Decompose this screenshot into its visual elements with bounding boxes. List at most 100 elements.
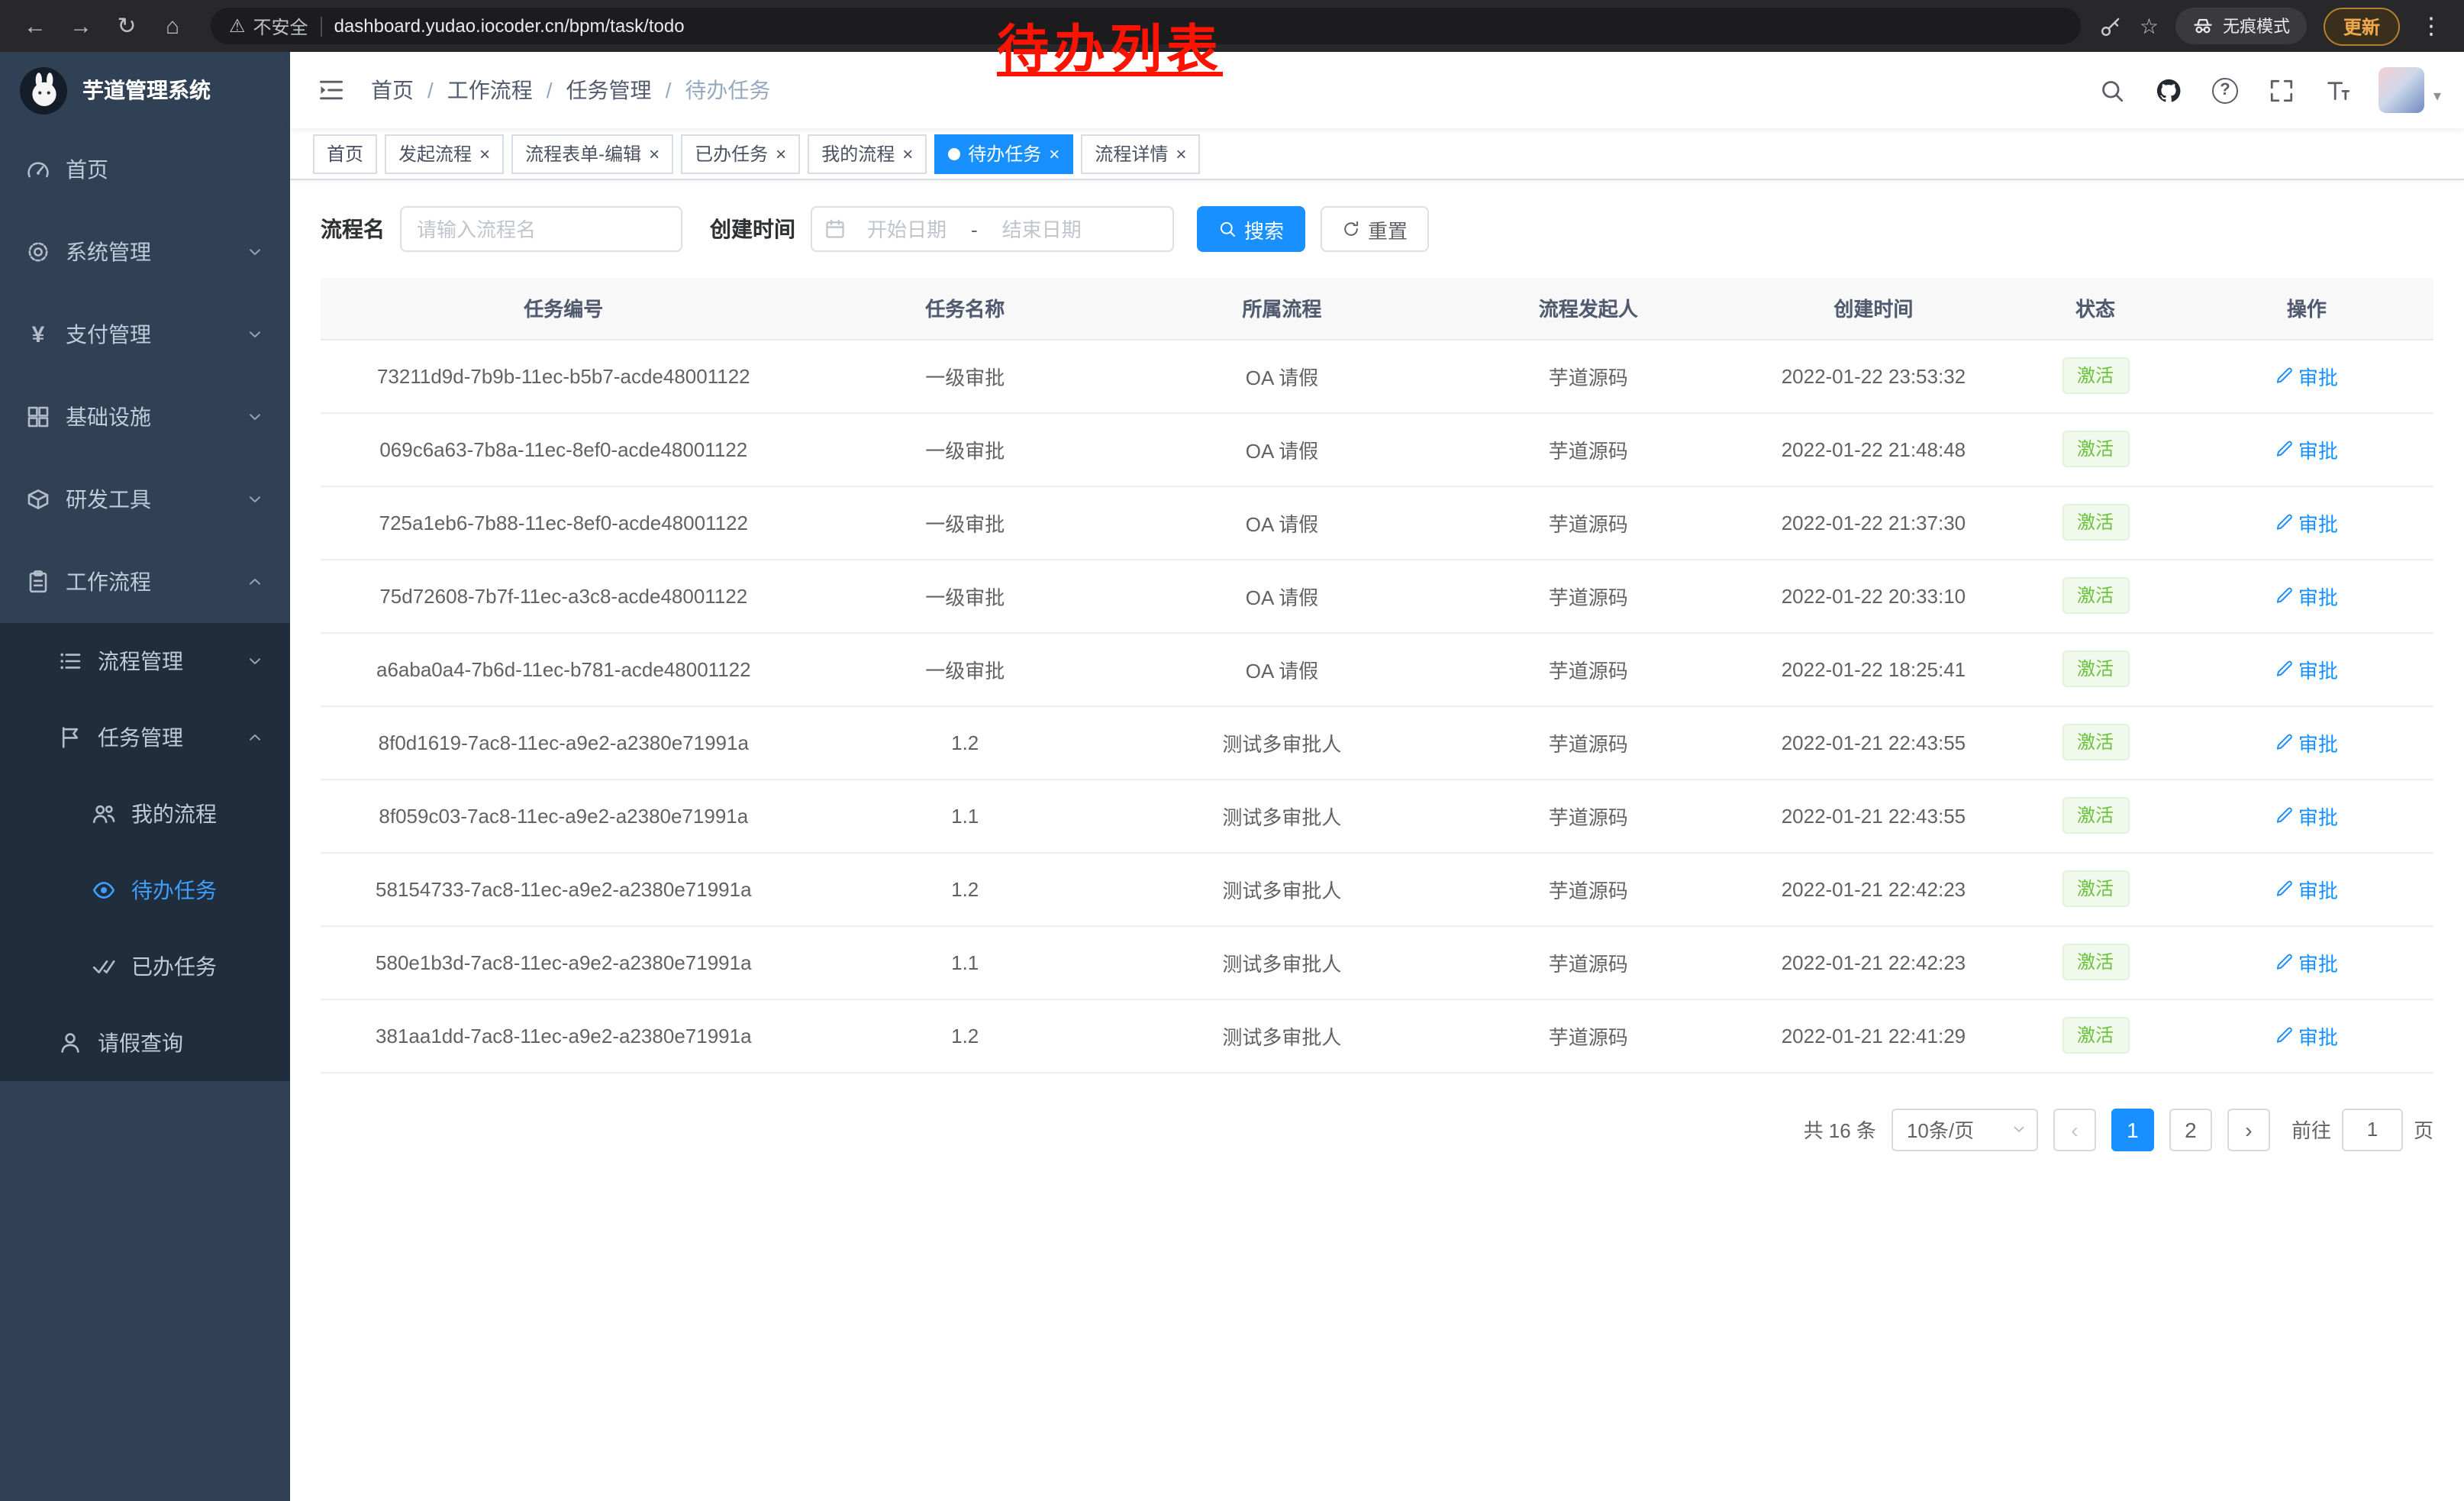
edit-icon <box>2275 806 2294 825</box>
tab-done-tasks[interactable]: 已办任务 × <box>681 134 800 173</box>
user-avatar[interactable] <box>2379 67 2424 113</box>
goto-unit-label: 页 <box>2414 1115 2433 1144</box>
approve-button[interactable]: 审批 <box>2275 801 2338 830</box>
col-process: 所属流程 <box>1124 278 1440 339</box>
sidebar-item-payment[interactable]: ¥ 支付管理 <box>0 293 290 376</box>
close-icon[interactable]: × <box>479 144 490 163</box>
sidebar-item-task-mgmt[interactable]: 任务管理 <box>0 699 290 776</box>
edit-icon <box>2275 660 2294 678</box>
main-area: 首页 工作流程 任务管理 待办任务 ? ▾ 首页 <box>290 52 2464 1501</box>
hamburger-icon[interactable] <box>313 76 350 104</box>
status-badge: 激活 <box>2062 431 2129 467</box>
status-badge: 激活 <box>2062 357 2129 394</box>
reset-button[interactable]: 重置 <box>1321 206 1429 252</box>
edit-icon <box>2275 1026 2294 1044</box>
breadcrumb-home[interactable]: 首页 <box>371 75 414 105</box>
close-icon[interactable]: × <box>1049 144 1059 163</box>
sidebar-item-system[interactable]: 系统管理 <box>0 211 290 293</box>
top-navbar: 首页 工作流程 任务管理 待办任务 ? ▾ <box>290 52 2464 128</box>
start-date-input[interactable] <box>849 218 965 240</box>
prev-page-button[interactable]: ‹ <box>2053 1108 2096 1151</box>
sidebar-item-my-process[interactable]: 我的流程 <box>0 776 290 852</box>
screen: ← → ↻ ⌂ ⚠ 不安全 dashboard.yudao.iocoder.cn… <box>0 0 2464 1501</box>
update-button[interactable]: 更新 <box>2324 7 2400 45</box>
end-date-input[interactable] <box>984 218 1100 240</box>
approve-button[interactable]: 审批 <box>2275 361 2338 390</box>
page-url: dashboard.yudao.iocoder.cn/bpm/task/todo <box>334 15 685 37</box>
page-button-2[interactable]: 2 <box>2169 1108 2212 1151</box>
key-icon[interactable] <box>2100 15 2123 37</box>
avatar-caret-icon[interactable]: ▾ <box>2433 89 2441 113</box>
approve-button[interactable]: 审批 <box>2275 1021 2338 1050</box>
date-range-picker[interactable]: - <box>811 206 1174 252</box>
status-badge: 激活 <box>2062 724 2129 760</box>
font-size-icon[interactable] <box>2310 77 2366 103</box>
insecure-warning[interactable]: ⚠ 不安全 <box>229 13 308 39</box>
search-icon[interactable] <box>2084 77 2140 103</box>
next-page-button[interactable]: › <box>2227 1108 2270 1151</box>
browser-menu-icon[interactable]: ⋮ <box>2417 12 2446 40</box>
address-bar[interactable]: ⚠ 不安全 dashboard.yudao.iocoder.cn/bpm/tas… <box>211 8 2082 44</box>
sidebar-item-todo-tasks[interactable]: 待办任务 <box>0 852 290 928</box>
status-badge: 激活 <box>2062 577 2129 614</box>
navbar-actions: ? ▾ <box>2084 67 2441 113</box>
close-icon[interactable]: × <box>649 144 660 163</box>
close-icon[interactable]: × <box>776 144 786 163</box>
approve-button[interactable]: 审批 <box>2275 947 2338 976</box>
status-badge: 激活 <box>2062 504 2129 541</box>
browser-forward-icon[interactable]: → <box>61 13 101 39</box>
tags-view-bar: 首页 发起流程 × 流程表单-编辑 × 已办任务 × 我的流程 × <box>290 128 2464 180</box>
table-row: 069c6a63-7b8a-11ec-8ef0-acde48001122 一级审… <box>321 412 2433 486</box>
approve-button[interactable]: 审批 <box>2275 654 2338 683</box>
sidebar-item-workflow[interactable]: 工作流程 <box>0 541 290 623</box>
close-icon[interactable]: × <box>1176 144 1186 163</box>
search-button[interactable]: 搜索 <box>1197 206 1305 252</box>
goto-page-input[interactable] <box>2342 1108 2403 1151</box>
tab-start-process[interactable]: 发起流程 × <box>385 134 504 173</box>
approve-button[interactable]: 审批 <box>2275 508 2338 537</box>
chevron-down-icon <box>2011 1121 2027 1138</box>
browser-actions: ☆ 无痕模式 更新 ⋮ <box>2100 7 2449 45</box>
approve-button[interactable]: 审批 <box>2275 581 2338 610</box>
sidebar-item-leave-query[interactable]: 请假查询 <box>0 1005 290 1081</box>
tab-process-detail[interactable]: 流程详情 × <box>1081 134 1200 173</box>
tab-form-editor[interactable]: 流程表单-编辑 × <box>511 134 673 173</box>
col-task-id: 任务编号 <box>321 278 807 339</box>
browser-home-icon[interactable]: ⌂ <box>153 13 192 39</box>
sidebar-item-infra[interactable]: 基础设施 <box>0 376 290 458</box>
flag-icon <box>58 725 82 750</box>
approve-button[interactable]: 审批 <box>2275 874 2338 903</box>
browser-reload-icon[interactable]: ↻ <box>107 12 147 40</box>
fullscreen-icon[interactable] <box>2253 77 2310 103</box>
insecure-label: 不安全 <box>253 13 308 39</box>
bookmark-star-icon[interactable]: ☆ <box>2140 13 2159 39</box>
breadcrumb-task-mgmt: 任务管理 <box>533 75 652 105</box>
sidebar-item-process-mgmt[interactable]: 流程管理 <box>0 623 290 699</box>
browser-toolbar: ← → ↻ ⌂ ⚠ 不安全 dashboard.yudao.iocoder.cn… <box>0 0 2464 52</box>
help-icon[interactable]: ? <box>2197 77 2253 103</box>
page-button-1[interactable]: 1 <box>2111 1108 2154 1151</box>
browser-back-icon[interactable]: ← <box>15 13 55 39</box>
tab-home[interactable]: 首页 <box>313 134 377 173</box>
sidebar-item-devtools[interactable]: 研发工具 <box>0 458 290 541</box>
github-icon[interactable] <box>2140 77 2197 103</box>
chevron-down-icon <box>246 243 264 261</box>
table-row: 725a1eb6-7b88-11ec-8ef0-acde48001122 一级审… <box>321 486 2433 559</box>
sidebar-logo[interactable]: 芋道管理系统 <box>0 52 290 128</box>
sidebar-item-home[interactable]: 首页 <box>0 128 290 211</box>
tab-todo-tasks[interactable]: 待办任务 × <box>934 134 1073 173</box>
page-size-select[interactable]: 10条/页 <box>1892 1108 2038 1151</box>
approve-button[interactable]: 审批 <box>2275 728 2338 757</box>
people-icon <box>92 802 116 826</box>
incognito-label: 无痕模式 <box>2223 14 2290 38</box>
approve-button[interactable]: 审批 <box>2275 434 2338 463</box>
tab-my-process[interactable]: 我的流程 × <box>808 134 927 173</box>
double-check-icon <box>92 954 116 979</box>
sidebar-item-done-tasks[interactable]: 已办任务 <box>0 928 290 1005</box>
close-icon[interactable]: × <box>902 144 913 163</box>
process-name-input[interactable] <box>400 206 682 252</box>
breadcrumb-current: 待办任务 <box>652 75 771 105</box>
table-row: a6aba0a4-7b6d-11ec-b781-acde48001122 一级审… <box>321 632 2433 705</box>
chevron-up-icon <box>246 573 264 591</box>
status-badge: 激活 <box>2062 870 2129 907</box>
